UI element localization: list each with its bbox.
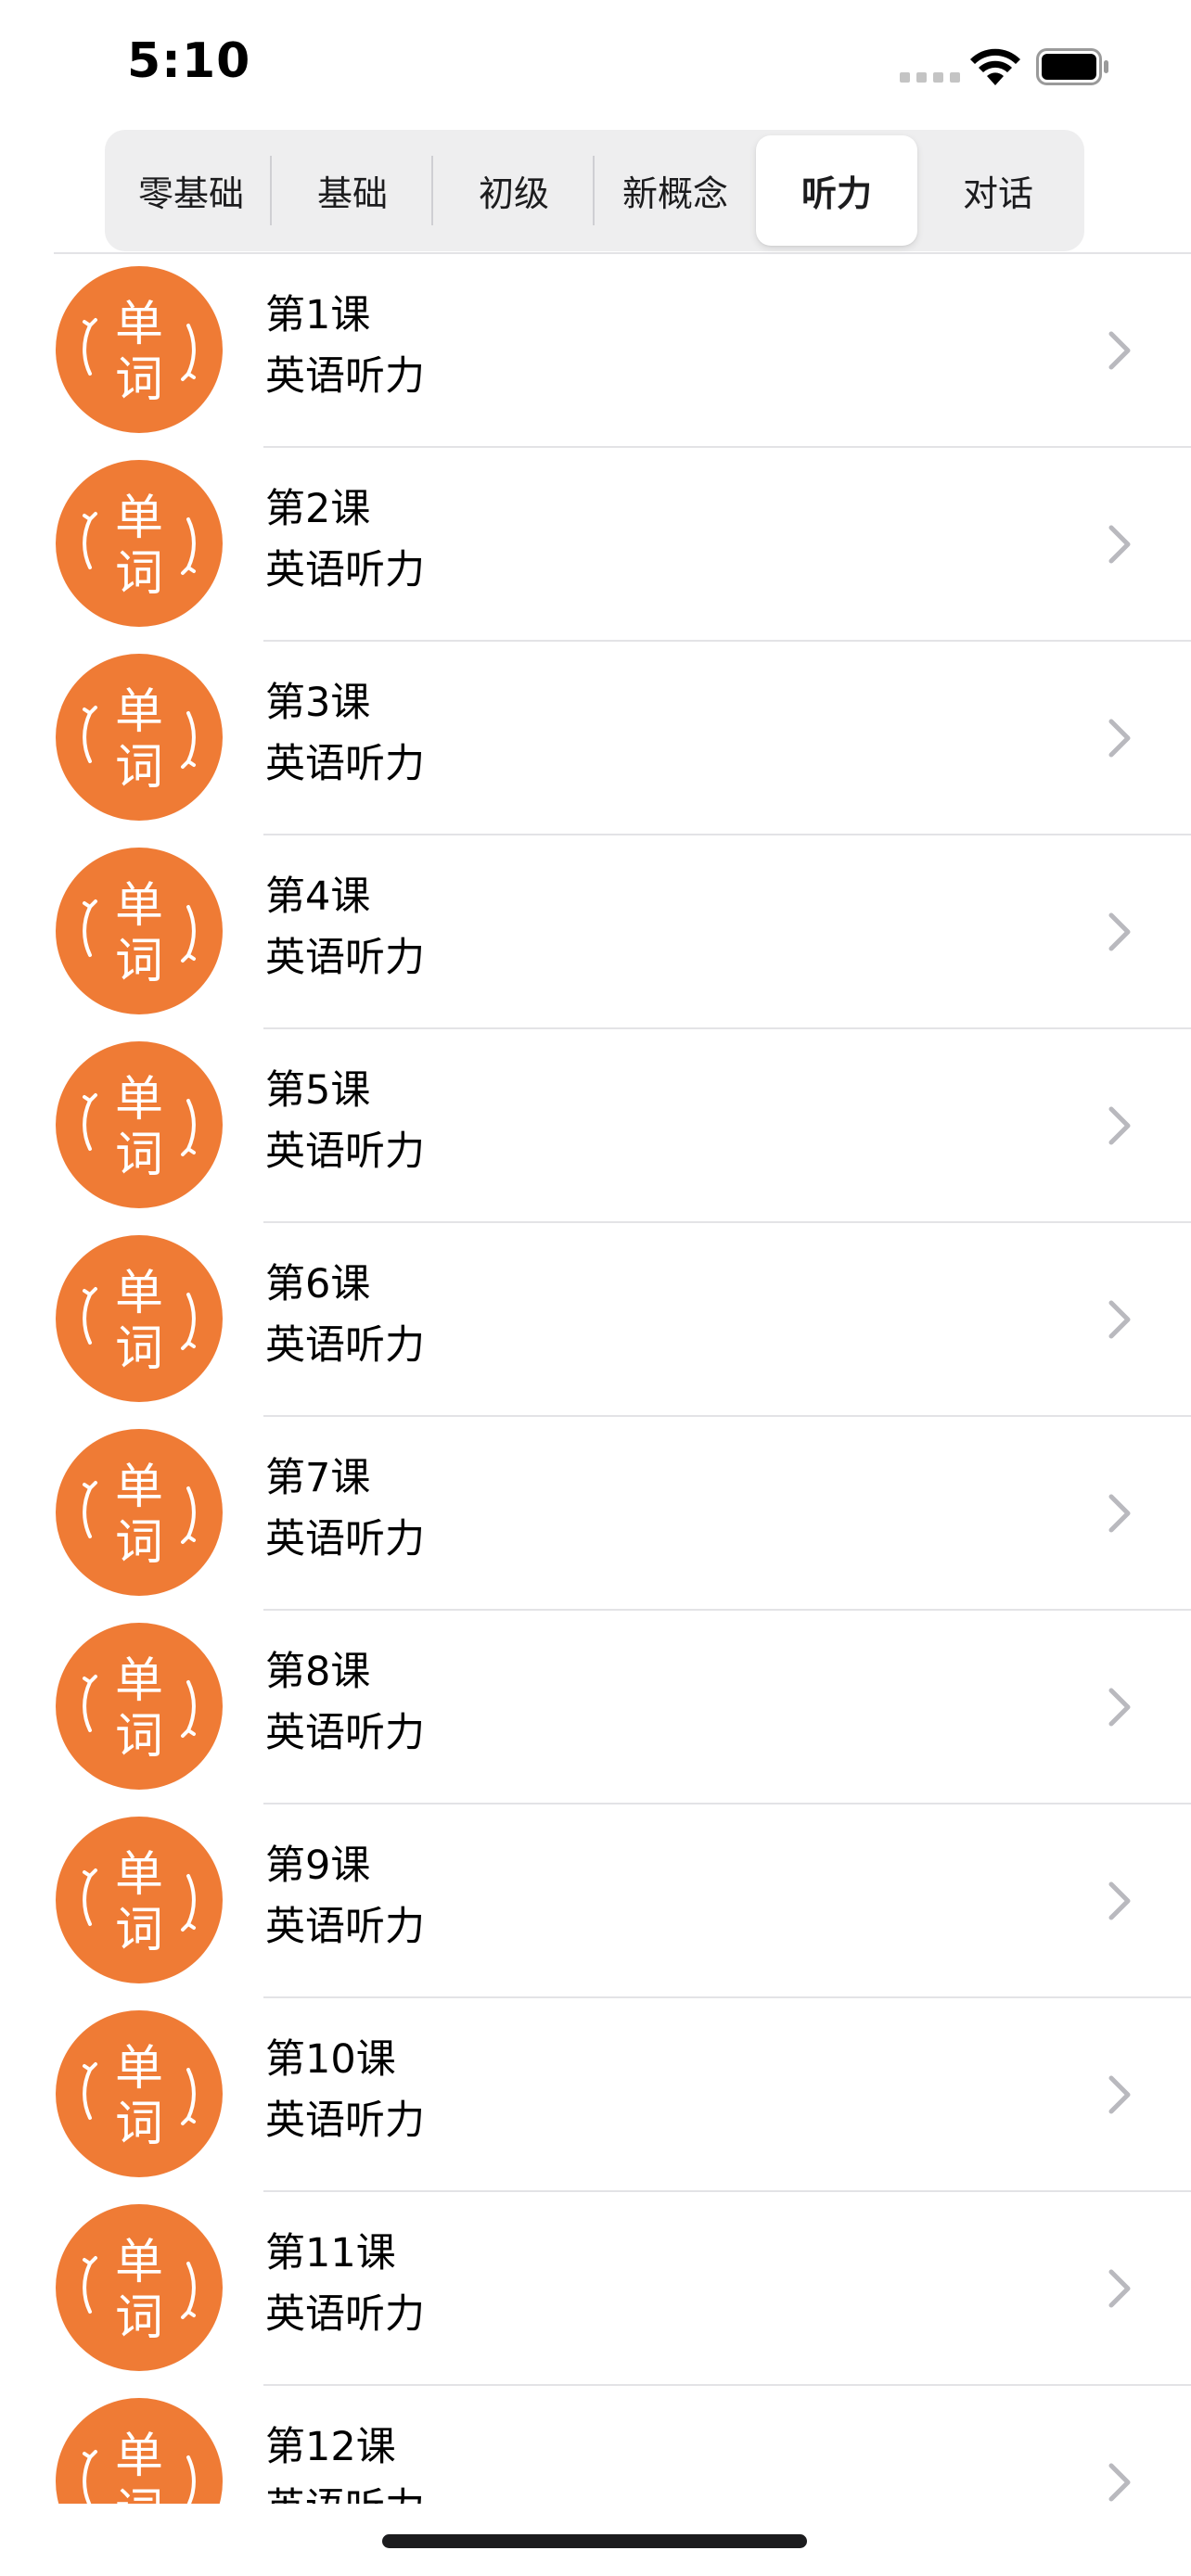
- badge-glyph-bottom: 词: [115, 934, 163, 989]
- battery-icon: [1036, 48, 1108, 85]
- badge-glyph-top: 单: [115, 1460, 163, 1515]
- word-badge-icon: 单 词: [56, 1041, 223, 1208]
- badge-glyph-top: 单: [115, 878, 163, 934]
- word-badge-icon: 单 词: [56, 1429, 223, 1596]
- lesson-subtitle: 英语听力: [265, 2291, 425, 2338]
- chevron-right-icon: [1108, 2075, 1131, 2114]
- segment-zero-basics[interactable]: 零基础: [110, 135, 272, 246]
- lesson-subtitle: 英语听力: [265, 1516, 425, 1562]
- word-badge-icon: 单 词: [56, 654, 223, 821]
- chevron-right-icon: [1108, 912, 1131, 951]
- lesson-title: 第1课: [265, 292, 371, 338]
- lesson-title: 第2课: [265, 486, 371, 532]
- badge-glyph-bottom: 词: [115, 1128, 163, 1183]
- lesson-row[interactable]: 单 词 第3课 英语听力: [0, 642, 1191, 835]
- home-indicator[interactable]: [382, 2534, 807, 2548]
- chevron-right-icon: [1108, 1106, 1131, 1145]
- chevron-right-icon: [1108, 2269, 1131, 2308]
- lesson-subtitle: 英语听力: [265, 2098, 425, 2144]
- lesson-subtitle: 英语听力: [265, 741, 425, 787]
- word-badge-icon: 单 词: [56, 1623, 223, 1790]
- segment-new-concept[interactable]: 新概念: [595, 135, 756, 246]
- chevron-right-icon: [1108, 1881, 1131, 1920]
- lesson-row[interactable]: 单 词 第11课 英语听力: [0, 2192, 1191, 2386]
- lesson-title: 第7课: [265, 1455, 371, 1501]
- chevron-right-icon: [1108, 1688, 1131, 1727]
- lesson-row[interactable]: 单 词 第4课 英语听力: [0, 835, 1191, 1029]
- lesson-list: 单 词 第1课 英语听力 单 词 第2课 英语听力 单 词 第3课 英语听力 单…: [0, 254, 1191, 2504]
- lesson-row[interactable]: 单 词 第10课 英语听力: [0, 1998, 1191, 2192]
- badge-glyph-top: 单: [115, 684, 163, 740]
- badge-glyph-bottom: 词: [115, 2484, 163, 2504]
- chevron-right-icon: [1108, 2463, 1131, 2502]
- lesson-title: 第6课: [265, 1261, 371, 1307]
- chevron-right-icon: [1108, 331, 1131, 370]
- lesson-subtitle: 英语听力: [265, 1129, 425, 1175]
- lesson-row[interactable]: 单 词 第7课 英语听力: [0, 1417, 1191, 1611]
- category-segmented-control: 零基础 基础 初级 新概念 听力 对话: [105, 130, 1084, 251]
- lesson-subtitle: 英语听力: [265, 935, 425, 981]
- segment-listening[interactable]: 听力: [756, 135, 917, 246]
- badge-glyph-top: 单: [115, 1653, 163, 1709]
- lesson-title: 第11课: [265, 2230, 396, 2276]
- lesson-subtitle: 英语听力: [265, 2482, 425, 2504]
- word-badge-icon: 单 词: [56, 848, 223, 1014]
- lesson-subtitle: 英语听力: [265, 353, 425, 400]
- lesson-row[interactable]: 单 词 第1课 英语听力: [0, 254, 1191, 448]
- chevron-right-icon: [1108, 719, 1131, 758]
- badge-glyph-bottom: 词: [115, 1709, 163, 1765]
- badge-glyph-bottom: 词: [115, 1903, 163, 1958]
- chevron-right-icon: [1108, 1494, 1131, 1533]
- badge-glyph-top: 单: [115, 2235, 163, 2290]
- word-badge-icon: 单 词: [56, 1235, 223, 1402]
- status-bar: 5:10: [0, 0, 1191, 125]
- lesson-title: 第10课: [265, 2036, 396, 2083]
- badge-glyph-top: 单: [115, 2041, 163, 2097]
- lesson-row[interactable]: 单 词 第9课 英语听力: [0, 1804, 1191, 1998]
- word-badge-icon: 单 词: [56, 460, 223, 627]
- badge-glyph-top: 单: [115, 2429, 163, 2484]
- lesson-row[interactable]: 单 词 第5课 英语听力: [0, 1029, 1191, 1223]
- badge-glyph-bottom: 词: [115, 740, 163, 796]
- badge-glyph-bottom: 词: [115, 2290, 163, 2346]
- badge-glyph-bottom: 词: [115, 1515, 163, 1571]
- segment-elementary[interactable]: 初级: [433, 135, 595, 246]
- lesson-title: 第5课: [265, 1067, 371, 1114]
- lesson-row[interactable]: 单 词 第6课 英语听力: [0, 1223, 1191, 1417]
- lesson-subtitle: 英语听力: [265, 1904, 425, 1950]
- lesson-row[interactable]: 单 词 第12课 英语听力: [0, 2386, 1191, 2504]
- chevron-right-icon: [1108, 525, 1131, 564]
- lesson-subtitle: 英语听力: [265, 1322, 425, 1369]
- badge-glyph-top: 单: [115, 297, 163, 352]
- segment-basics[interactable]: 基础: [272, 135, 433, 246]
- lesson-row[interactable]: 单 词 第2课 英语听力: [0, 448, 1191, 642]
- badge-glyph-bottom: 词: [115, 352, 163, 408]
- word-badge-icon: 单 词: [56, 266, 223, 433]
- word-badge-icon: 单 词: [56, 1817, 223, 1983]
- lesson-subtitle: 英语听力: [265, 1710, 425, 1756]
- lesson-subtitle: 英语听力: [265, 547, 425, 593]
- chevron-right-icon: [1108, 1300, 1131, 1339]
- wifi-icon: [970, 48, 1020, 85]
- badge-glyph-top: 单: [115, 491, 163, 546]
- lesson-title: 第4课: [265, 874, 371, 920]
- badge-glyph-bottom: 词: [115, 546, 163, 602]
- badge-glyph-top: 单: [115, 1266, 163, 1321]
- word-badge-icon: 单 词: [56, 2204, 223, 2371]
- badge-glyph-top: 单: [115, 1072, 163, 1128]
- badge-glyph-bottom: 词: [115, 2097, 163, 2152]
- lesson-title: 第12课: [265, 2424, 396, 2470]
- word-badge-icon: 单 词: [56, 2010, 223, 2177]
- status-time: 5:10: [127, 33, 251, 89]
- lesson-title: 第9课: [265, 1843, 371, 1889]
- cellular-signal-icon: [900, 72, 960, 83]
- badge-glyph-bottom: 词: [115, 1321, 163, 1377]
- lesson-title: 第3课: [265, 680, 371, 726]
- lesson-title: 第8课: [265, 1649, 371, 1695]
- lesson-row[interactable]: 单 词 第8课 英语听力: [0, 1611, 1191, 1804]
- word-badge-icon: 单 词: [56, 2398, 223, 2504]
- segment-dialogue[interactable]: 对话: [917, 135, 1079, 246]
- badge-glyph-top: 单: [115, 1847, 163, 1903]
